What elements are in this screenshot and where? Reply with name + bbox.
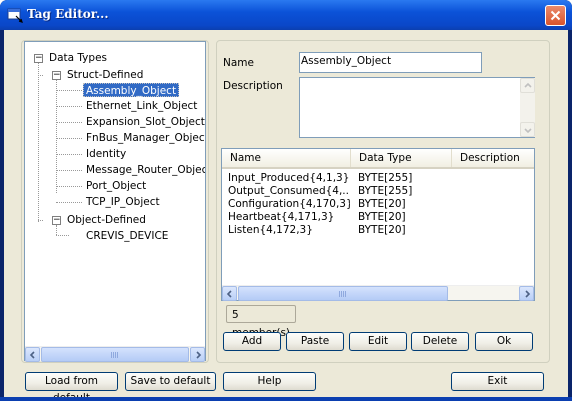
window-title: Tag Editor... [27,7,109,21]
tree-scroll-thumb[interactable] [41,347,189,362]
table-horizontal-scrollbar[interactable] [222,285,534,301]
member-name: Configuration{4,170,3} [228,198,350,210]
window-frame-bottom [0,397,572,401]
member-name: Heartbeat{4,171,3} [228,211,335,223]
members-table[interactable]: Name Data Type Description Input_Produce… [221,148,535,301]
collapse-object-icon[interactable]: − [52,216,61,225]
member-type: BYTE[255] [358,185,413,197]
dialog-body: − Data Types − Struct-Defined Assembly_O… [4,30,568,401]
name-input[interactable]: Assembly_Object [299,52,482,73]
help-button[interactable]: Help [223,372,316,391]
tree-node-tcp-ip-object[interactable]: TCP_IP_Object [86,195,160,209]
tree-horizontal-scrollbar[interactable] [25,346,205,362]
paste-button[interactable]: Paste [286,332,344,351]
member-name: Input_Produced{4,1,3} [228,172,350,184]
tree-node-identity[interactable]: Identity [86,147,126,161]
member-name: Output_Consumed{4,... [228,185,350,197]
member-type: BYTE[255] [358,172,413,184]
tree-node-ethernet-link-object[interactable]: Ethernet_Link_Object [86,99,197,113]
table-row[interactable]: Input_Produced{4,1,3} BYTE[255] [222,172,534,185]
tree-node-fnbus-manager-object[interactable]: FnBus_Manager_Object [86,131,205,145]
edit-button[interactable]: Edit [349,332,407,351]
tree-node-expansion-slot-object[interactable]: Expansion_Slot_Object [86,115,205,129]
table-row[interactable]: Output_Consumed{4,... BYTE[255] [222,185,534,198]
data-types-tree[interactable]: − Data Types − Struct-Defined Assembly_O… [24,41,206,362]
member-type: BYTE[20] [358,224,406,236]
member-type: BYTE[20] [358,198,406,210]
close-icon [550,10,561,21]
scroll-right-icon[interactable] [190,347,205,362]
description-vertical-scrollbar[interactable] [520,78,535,137]
tree-node-assembly-object[interactable]: Assembly_Object [83,83,180,97]
table-row[interactable]: Heartbeat{4,171,3} BYTE[20] [222,211,534,224]
exit-button[interactable]: Exit [451,372,544,391]
collapse-struct-icon[interactable]: − [52,71,61,80]
member-type: BYTE[20] [358,211,406,223]
column-header-name[interactable]: Name [222,149,351,167]
member-count: 5 member(s) [226,305,296,339]
members-table-header: Name Data Type Description [222,149,534,169]
table-row[interactable]: Configuration{4,170,3} BYTE[20] [222,198,534,211]
description-textarea[interactable] [299,77,535,138]
scroll-left-icon[interactable] [222,286,237,301]
ok-button[interactable]: Ok [475,332,533,351]
table-row[interactable]: Listen{4,172,3} BYTE[20] [222,224,534,237]
tree-node-object-defined[interactable]: Object-Defined [67,213,146,227]
delete-button[interactable]: Delete [411,332,469,351]
scroll-left-icon[interactable] [25,347,40,362]
tree-node-data-types[interactable]: Data Types [49,51,107,65]
load-from-default-button[interactable]: Load from default [25,372,118,401]
member-name: Listen{4,172,3} [228,224,313,236]
add-button[interactable]: Add [223,332,281,351]
tree-node-struct-defined[interactable]: Struct-Defined [67,68,143,82]
tree-node-port-object[interactable]: Port_Object [86,179,146,193]
tag-editor-icon [7,8,23,23]
table-scroll-thumb[interactable] [238,286,448,301]
column-header-data-type[interactable]: Data Type [351,149,452,167]
description-label: Description [223,80,283,92]
tree-node-crevis-device[interactable]: CREVIS_DEVICE [86,229,168,243]
collapse-root-icon[interactable]: − [34,54,43,63]
tag-editor-window: Tag Editor... − Data Types − Struct-Defi… [0,0,572,401]
title-bar[interactable]: Tag Editor... [0,0,572,30]
scroll-right-icon[interactable] [519,286,534,301]
tree-node-message-router-object[interactable]: Message_Router_Object [86,163,205,177]
column-header-description[interactable]: Description [452,149,534,167]
name-label: Name [223,57,254,69]
close-button[interactable] [545,5,566,26]
save-to-default-button[interactable]: Save to default [125,372,216,391]
scroll-down-icon[interactable] [520,122,535,137]
scroll-up-icon[interactable] [520,78,535,93]
